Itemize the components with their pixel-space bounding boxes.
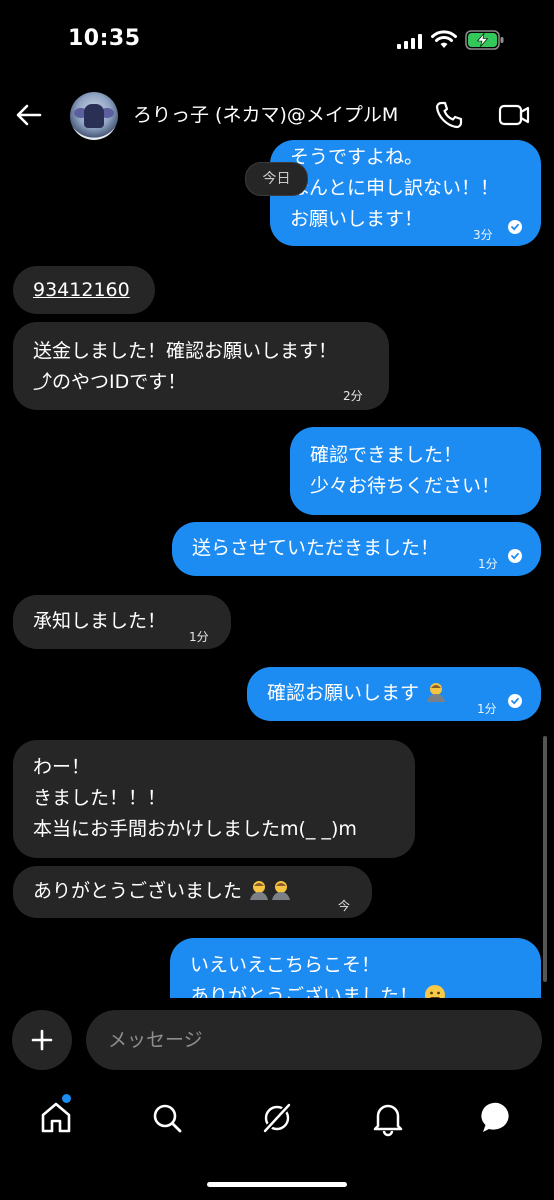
- message-text: 承知しました！: [33, 610, 167, 632]
- message-link[interactable]: 93412160: [33, 275, 130, 306]
- message-timestamp: 1分: [477, 702, 497, 716]
- message-text: 確認お願いします: [267, 678, 447, 709]
- chat-scrollbar[interactable]: [543, 736, 547, 982]
- message-line: きました！！！: [33, 787, 167, 809]
- plus-icon: [31, 1029, 53, 1051]
- message-line: お願いします！: [290, 208, 424, 230]
- message-timestamp: 今: [338, 899, 351, 913]
- message-text-content: 確認お願いします: [267, 682, 420, 704]
- message-text: ありがとうございました！: [190, 981, 446, 998]
- battery-charging-icon: [465, 30, 504, 50]
- message-text: 送らさせていただきました！: [192, 537, 440, 559]
- message-text-content: ありがとうございました: [33, 880, 243, 902]
- message-timestamp: 1分: [478, 557, 498, 571]
- contact-name[interactable]: ろりっ子 (ネカマ)@メイプルM: [133, 100, 398, 127]
- message-line: いえいえこちらこそ！: [190, 954, 381, 976]
- message-outgoing[interactable]: 送らさせていただきました！ 1分: [172, 522, 541, 576]
- avatar-figure: [84, 104, 104, 128]
- video-call-icon[interactable]: [497, 98, 531, 132]
- search-icon[interactable]: [147, 1098, 187, 1138]
- message-clip-region: いえいえこちらこそ！ ありがとうございました！: [0, 930, 554, 998]
- message-line: ほんとに申し訳ない！！: [290, 177, 500, 199]
- message-line: 送金しました！確認お願いします！: [33, 340, 338, 362]
- message-incoming[interactable]: わー！ きました！！！ 本当にお手間おかけしましたm(_ _)m: [13, 740, 415, 858]
- message-incoming[interactable]: 承知しました！ 1分: [13, 595, 231, 649]
- message-timestamp: 1分: [189, 630, 209, 644]
- status-time: 10:35: [68, 26, 141, 51]
- read-check-icon: [508, 549, 522, 563]
- message-incoming[interactable]: ありがとうございました 今: [13, 866, 372, 918]
- cellular-signal-icon: [397, 33, 425, 49]
- home-icon[interactable]: [36, 1098, 76, 1138]
- contact-avatar[interactable]: [70, 92, 118, 140]
- message-outgoing[interactable]: そうですよね。 ほんとに申し訳ない！！ お願いします！ 3分: [270, 140, 541, 246]
- add-attachment-button[interactable]: [12, 1010, 72, 1070]
- messages-icon[interactable]: [478, 1098, 518, 1138]
- bowing-person-emoji-icon: [272, 881, 291, 900]
- message-line: 本当にお手間おかけしましたm(_ _)m: [33, 818, 357, 840]
- read-check-icon: [508, 220, 522, 234]
- message-line: 確認できました！: [310, 444, 463, 466]
- back-arrow-icon[interactable]: [12, 98, 46, 132]
- message-outgoing[interactable]: 確認できました！ 少々お待ちください！: [290, 427, 541, 515]
- wifi-icon: [431, 30, 457, 48]
- grok-icon[interactable]: [257, 1098, 297, 1138]
- message-incoming[interactable]: 93412160: [13, 266, 155, 314]
- message-line: ⤴のやつIDです！: [33, 371, 187, 393]
- bowing-person-emoji-icon: [250, 881, 269, 900]
- message-line: 少々お待ちください！: [310, 475, 501, 497]
- message-text-content: ありがとうございました！: [190, 985, 419, 998]
- phone-call-icon[interactable]: [432, 98, 466, 132]
- message-outgoing[interactable]: 確認お願いします 1分: [247, 667, 541, 721]
- message-outgoing[interactable]: いえいえこちらこそ！ ありがとうございました！: [170, 938, 541, 998]
- home-indicator: [207, 1182, 347, 1187]
- bowing-person-emoji-icon: [427, 683, 446, 702]
- message-timestamp: 2分: [343, 389, 363, 403]
- message-line: そうですよね。: [290, 146, 424, 168]
- date-separator: 今日: [245, 162, 308, 196]
- message-incoming[interactable]: 送金しました！確認お願いします！ ⤴のやつIDです！ 2分: [13, 322, 389, 410]
- message-text: ありがとうございました: [33, 876, 292, 907]
- unread-indicator: [62, 1094, 71, 1103]
- read-check-icon: [508, 694, 522, 708]
- message-input[interactable]: [86, 1010, 542, 1070]
- message-timestamp: 3分: [473, 228, 493, 242]
- notifications-bell-icon[interactable]: [368, 1098, 408, 1138]
- message-line: わー！: [33, 756, 91, 778]
- grinning-face-emoji-icon: [425, 985, 446, 998]
